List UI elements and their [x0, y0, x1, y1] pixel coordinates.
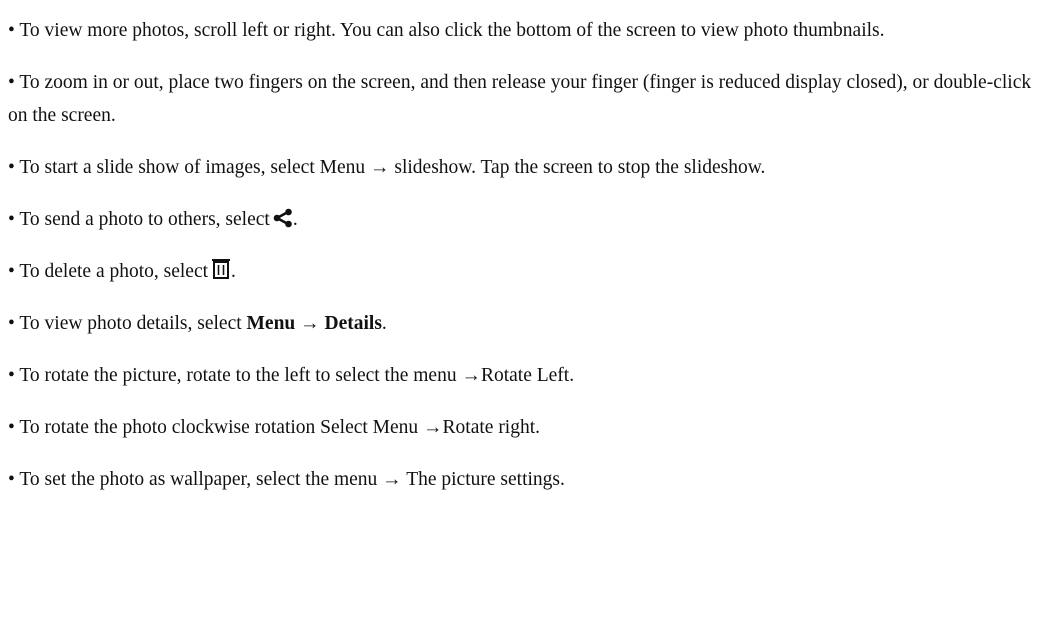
zoom-instruction: • To zoom in or out, place two fingers o…: [8, 72, 1032, 126]
instruction-document: • To view more photos, scroll left or ri…: [8, 14, 1048, 515]
trash-icon: [211, 258, 231, 280]
share-instruction-end: .: [292, 209, 298, 230]
delete-instruction-end: .: [231, 261, 236, 282]
scroll-instruction: • To view more photos, scroll left or ri…: [8, 20, 885, 41]
rotate-right-instruction: • To rotate the photo clockwise rotation…: [8, 417, 541, 438]
rotate-left-instruction: • To rotate the picture, rotate to the l…: [8, 365, 575, 386]
details-instruction-end: .: [381, 313, 387, 334]
details-instruction: • To view photo details, select Menu → D…: [8, 307, 1048, 340]
details-instruction-text: • To view photo details, select: [8, 313, 247, 334]
share-instruction-text: • To send a photo to others, select: [8, 209, 270, 230]
delete-instruction: • To delete a photo, select.: [8, 255, 1048, 288]
menu-label: Menu: [246, 313, 296, 334]
wallpaper-instruction: • To set the photo as wallpaper, select …: [8, 469, 565, 490]
menu-arrow: →: [295, 313, 325, 334]
share-icon: [273, 208, 293, 228]
details-label: Details: [324, 313, 382, 334]
slideshow-instruction: • To start a slide show of images, selec…: [8, 157, 766, 178]
delete-instruction-text: • To delete a photo, select: [8, 261, 209, 282]
share-instruction: • To send a photo to others, select.: [8, 203, 1048, 236]
